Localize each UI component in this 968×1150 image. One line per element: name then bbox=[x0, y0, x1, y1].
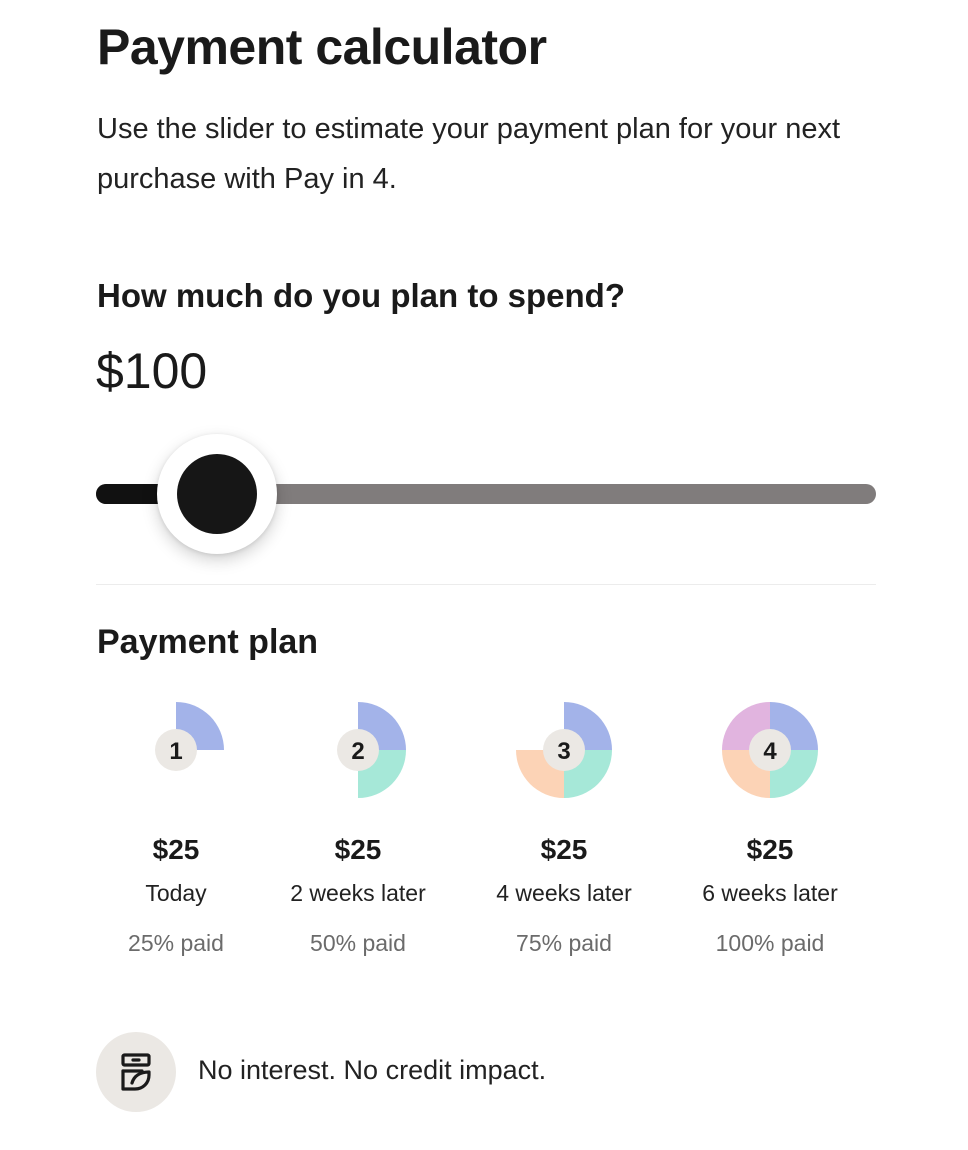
installment-amount: $25 bbox=[540, 834, 588, 865]
installment-paid: 50% paid bbox=[310, 930, 406, 956]
intro-text: Use the slider to estimate your payment … bbox=[97, 113, 841, 195]
installment-number: 2 bbox=[351, 738, 364, 765]
installment-number: 1 bbox=[169, 738, 182, 765]
installment-number: 3 bbox=[557, 738, 570, 765]
slider-thumb-core bbox=[177, 454, 257, 534]
pie-icon: 3 bbox=[516, 702, 612, 798]
amount-value: $100 bbox=[96, 343, 208, 399]
installment-1: 1 $25 Today 25% paid bbox=[76, 700, 276, 970]
no-interest-note: No interest. No credit impact. bbox=[96, 1032, 796, 1112]
installment-2: 2 $25 2 weeks later 50% paid bbox=[258, 700, 458, 970]
pie-icon: 1 bbox=[155, 702, 224, 771]
installment-4: 4 $25 6 weeks later 100% paid bbox=[670, 700, 870, 970]
payment-plan-title: Payment plan bbox=[97, 623, 319, 661]
no-interest-icon bbox=[96, 1032, 176, 1112]
installment-paid: 75% paid bbox=[516, 930, 612, 956]
installment-when: 6 weeks later bbox=[702, 880, 838, 906]
installment-amount: $25 bbox=[152, 834, 200, 865]
installment-number: 4 bbox=[763, 738, 777, 765]
installment-when: 4 weeks later bbox=[496, 880, 632, 906]
amount-slider[interactable] bbox=[96, 434, 876, 554]
installment-amount: $25 bbox=[334, 834, 382, 865]
pie-icon: 4 bbox=[722, 702, 818, 798]
spend-question: How much do you plan to spend? bbox=[97, 277, 625, 314]
no-interest-text: No interest. No credit impact. bbox=[198, 1055, 547, 1085]
installment-paid: 100% paid bbox=[715, 930, 825, 956]
installment-when: 2 weeks later bbox=[290, 880, 426, 906]
section-divider bbox=[96, 584, 876, 585]
page-title: Payment calculator bbox=[97, 19, 547, 75]
installment-when: Today bbox=[145, 880, 207, 906]
slider-thumb[interactable] bbox=[157, 434, 277, 554]
installment-amount: $25 bbox=[746, 834, 794, 865]
installment-3: 3 $25 4 weeks later 75% paid bbox=[464, 700, 664, 970]
installment-paid: 25% paid bbox=[128, 930, 224, 956]
pie-icon: 2 bbox=[337, 702, 406, 798]
